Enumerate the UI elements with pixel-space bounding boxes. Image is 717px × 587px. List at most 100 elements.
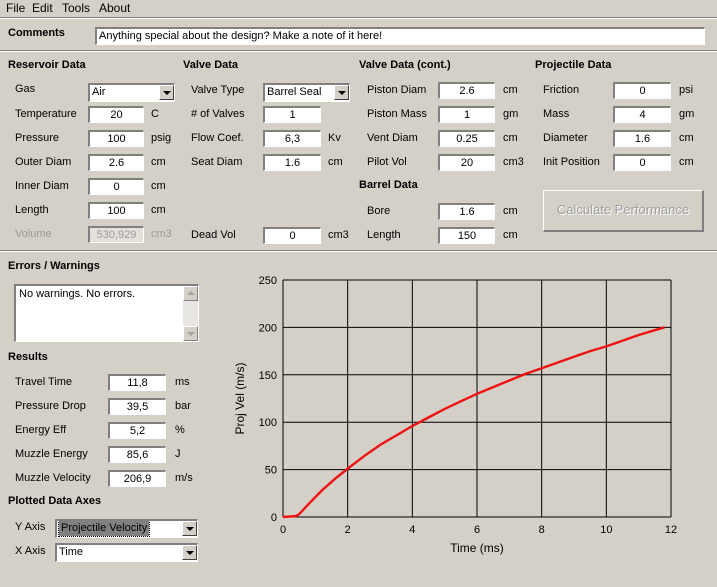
- chevron-down-icon[interactable]: [159, 85, 174, 100]
- num-valves-input[interactable]: 1: [263, 106, 321, 123]
- errors-text: No warnings. No errors.: [19, 288, 136, 300]
- mass-unit: gm: [679, 108, 695, 120]
- reservoir-length-unit: cm: [151, 204, 166, 216]
- dead-vol-label: Dead Vol: [191, 229, 236, 241]
- section-divider-highlight: [0, 251, 717, 252]
- diameter-input[interactable]: 1.6: [613, 130, 671, 147]
- outer-diam-input[interactable]: 2.6: [88, 154, 144, 171]
- muzzle-energy-output: 85,6: [108, 446, 166, 463]
- x-axis-label: X Axis: [15, 545, 46, 557]
- valve-type-select[interactable]: Barrel Seal: [263, 83, 350, 102]
- y-tick-label: 200: [259, 322, 277, 334]
- friction-unit: psi: [679, 84, 694, 96]
- pressure-unit: psig: [151, 132, 172, 144]
- x-tick-label: 8: [539, 524, 545, 536]
- x-tick-label: 0: [280, 524, 286, 536]
- y-axis-title: Proj Vel (m/s): [233, 362, 247, 434]
- y-tick-label: 150: [259, 370, 277, 382]
- reservoir-length-label: Length: [15, 204, 49, 216]
- flow-coef-input[interactable]: 6,3: [263, 130, 321, 147]
- travel-time-label: Travel Time: [15, 376, 73, 388]
- gas-select[interactable]: Air: [88, 83, 175, 102]
- x-tick-label: 4: [409, 524, 415, 536]
- friction-input[interactable]: 0: [613, 82, 671, 99]
- reservoir-title: Reservoir Data: [8, 59, 86, 71]
- muzzle-energy-unit: J: [175, 448, 181, 460]
- errors-textbox[interactable]: No warnings. No errors.: [14, 284, 199, 342]
- projectile-title: Projectile Data: [535, 59, 612, 71]
- y-axis-select-value: Projectile Velocity: [57, 521, 151, 537]
- valve-type-select-value: Barrel Seal: [267, 86, 322, 98]
- scroll-down-icon[interactable]: [183, 326, 198, 341]
- piston-mass-unit: gm: [503, 108, 519, 120]
- axes-title: Plotted Data Axes: [8, 495, 102, 507]
- temperature-unit: C: [151, 108, 159, 120]
- results-title: Results: [8, 351, 48, 363]
- calculate-performance-button[interactable]: Calculate Performance: [543, 190, 704, 232]
- y-axis-select[interactable]: Projectile Velocity: [55, 519, 198, 538]
- seat-diam-label: Seat Diam: [191, 156, 243, 168]
- velocity-chart: 0 2 4 6 8 10 12 0 50 100 150 200 250 Time (ms) Proj…: [233, 275, 677, 555]
- y-axis-label: Y Axis: [15, 521, 46, 533]
- errors-scrollbar[interactable]: [183, 286, 198, 341]
- seat-diam-input[interactable]: 1.6: [263, 154, 321, 171]
- chevron-down-icon[interactable]: [182, 545, 197, 560]
- energy-eff-output: 5,2: [108, 422, 166, 439]
- menu-edit[interactable]: Edit: [32, 1, 53, 15]
- piston-diam-label: Piston Diam: [367, 84, 427, 96]
- valve-cont-title: Valve Data (cont.): [359, 59, 451, 71]
- y-tick-label: 0: [271, 512, 277, 524]
- y-tick-label: 250: [259, 275, 277, 287]
- volume-unit: cm3: [151, 228, 172, 240]
- menu-about[interactable]: About: [99, 1, 130, 15]
- init-position-unit: cm: [679, 156, 694, 168]
- menu-file[interactable]: File: [6, 1, 25, 15]
- bore-input[interactable]: 1.6: [438, 203, 495, 220]
- pressure-drop-unit: bar: [175, 400, 191, 412]
- comments-divider-highlight: [0, 51, 717, 52]
- inner-diam-label: Inner Diam: [15, 180, 69, 192]
- num-valves-label: # of Valves: [191, 108, 245, 120]
- x-tick-labels: 0 2 4 6 8 10 12: [280, 524, 677, 536]
- pilot-vol-input[interactable]: 20: [438, 154, 495, 171]
- pressure-input[interactable]: 100: [88, 130, 144, 147]
- volume-label: Volume: [15, 228, 52, 240]
- mass-input[interactable]: 4: [613, 106, 671, 123]
- dead-vol-unit: cm3: [328, 229, 349, 241]
- piston-mass-input[interactable]: 1: [438, 106, 495, 123]
- pressure-drop-label: Pressure Drop: [15, 400, 86, 412]
- muzzle-velocity-unit: m/s: [175, 472, 193, 484]
- scroll-up-icon[interactable]: [183, 286, 198, 301]
- x-axis-title: Time (ms): [450, 541, 504, 555]
- comments-input[interactable]: Anything special about the design? Make …: [95, 27, 705, 45]
- chevron-down-icon[interactable]: [182, 521, 197, 536]
- menu-tools[interactable]: Tools: [62, 1, 90, 15]
- x-axis-select[interactable]: Time: [55, 543, 198, 562]
- bore-unit: cm: [503, 205, 518, 217]
- muzzle-velocity-label: Muzzle Velocity: [15, 472, 91, 484]
- energy-eff-unit: %: [175, 424, 185, 436]
- y-tick-labels: 0 50 100 150 200 250: [259, 275, 277, 524]
- reservoir-length-input[interactable]: 100: [88, 202, 144, 219]
- pressure-drop-output: 39,5: [108, 398, 166, 415]
- vent-diam-input[interactable]: 0.25: [438, 130, 495, 147]
- gas-label: Gas: [15, 83, 36, 95]
- init-position-label: Init Position: [543, 156, 600, 168]
- travel-time-output: 11,8: [108, 374, 166, 391]
- flow-coef-label: Flow Coef.: [191, 132, 244, 144]
- init-position-input[interactable]: 0: [613, 154, 671, 171]
- barrel-length-label: Length: [367, 229, 401, 241]
- temperature-input[interactable]: 20: [88, 106, 144, 123]
- dead-vol-input[interactable]: 0: [263, 227, 321, 244]
- diameter-unit: cm: [679, 132, 694, 144]
- flow-coef-unit: Kv: [328, 132, 341, 144]
- chevron-down-icon[interactable]: [334, 85, 349, 100]
- y-tick-label: 50: [265, 465, 277, 477]
- travel-time-unit: ms: [175, 376, 190, 388]
- energy-eff-label: Energy Eff: [15, 424, 67, 436]
- piston-diam-input[interactable]: 2.6: [438, 82, 495, 99]
- inner-diam-input[interactable]: 0: [88, 178, 144, 195]
- barrel-length-input[interactable]: 150: [438, 227, 495, 244]
- outer-diam-label: Outer Diam: [15, 156, 72, 168]
- x-tick-label: 12: [665, 524, 677, 536]
